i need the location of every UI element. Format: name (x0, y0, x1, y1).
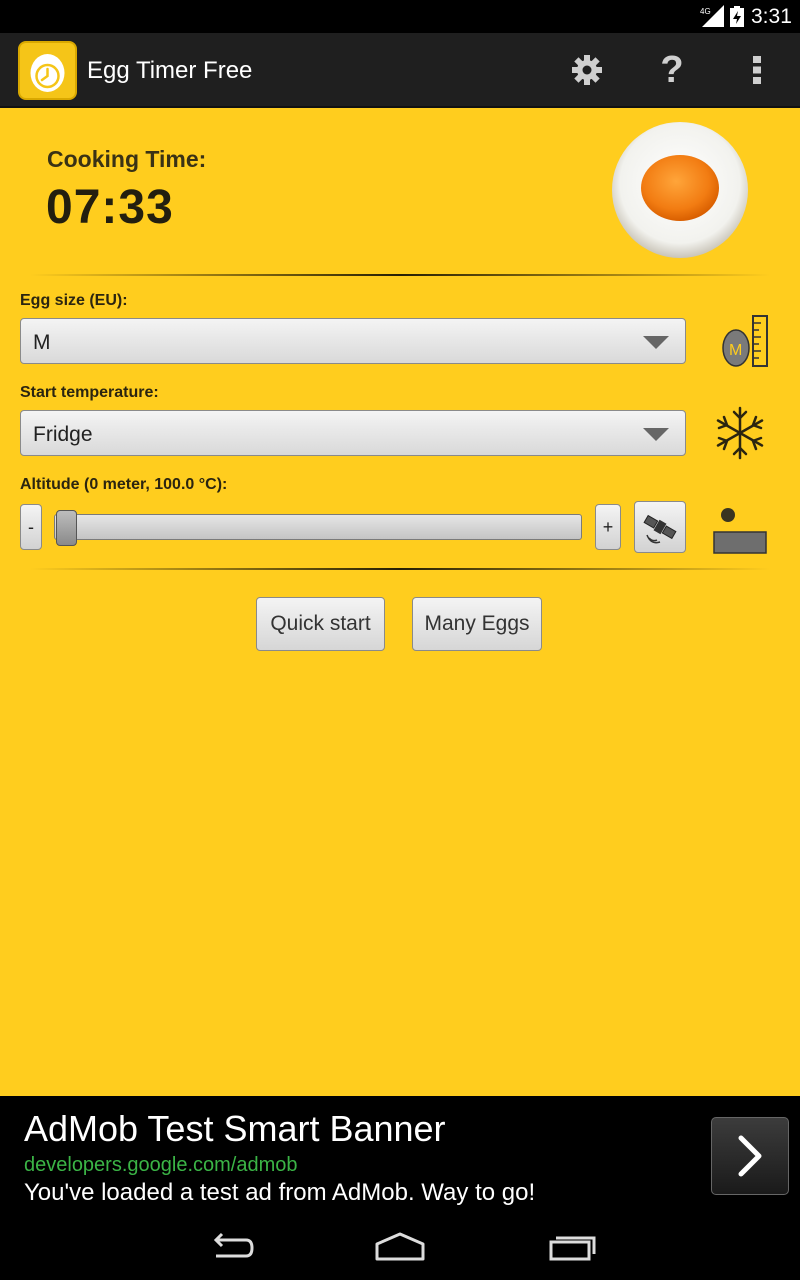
egg-size-select[interactable]: M (20, 318, 686, 364)
svg-text:4G: 4G (700, 7, 711, 16)
cooking-time-label: Cooking Time: (47, 146, 207, 172)
altitude-slider-track[interactable] (54, 514, 582, 540)
signal-icon: 4G (700, 5, 724, 27)
chevron-down-icon (643, 336, 669, 349)
start-temperature-label: Start temperature: (20, 384, 159, 401)
settings-gear-icon[interactable] (562, 47, 612, 93)
status-bar: 4G 3:31 (0, 0, 800, 33)
start-temperature-select[interactable]: Fridge (20, 410, 686, 456)
egg-size-label: Egg size (EU): (20, 292, 128, 309)
home-icon[interactable] (370, 1227, 430, 1267)
divider (30, 274, 770, 276)
overflow-menu-icon[interactable] (732, 47, 782, 93)
egg-size-value: M (33, 331, 51, 354)
navigation-bar (0, 1215, 800, 1280)
egg-size-ruler-icon: M (722, 315, 768, 367)
chevron-right-icon (738, 1135, 762, 1177)
quick-start-button[interactable]: Quick start (256, 597, 385, 651)
divider (30, 568, 770, 570)
back-icon[interactable] (200, 1227, 260, 1267)
action-bar: Egg Timer Free ? (0, 33, 800, 108)
status-time: 3:31 (751, 5, 792, 28)
satellite-icon (643, 514, 677, 544)
gps-satellite-button[interactable] (634, 501, 686, 553)
battery-charging-icon (730, 6, 744, 27)
app-egg-clock-icon[interactable] (18, 41, 77, 100)
recent-apps-icon[interactable] (542, 1227, 602, 1267)
app-title: Egg Timer Free (87, 57, 253, 84)
cooking-time-value: 07:33 (46, 181, 174, 234)
ad-url[interactable]: developers.google.com/admob (24, 1154, 298, 1177)
svg-text:M: M (729, 342, 742, 359)
main-panel: Cooking Time: 07:33 Egg size (EU): M M S… (0, 108, 800, 1096)
start-temperature-value: Fridge (33, 423, 93, 446)
snowflake-icon (716, 406, 764, 460)
altitude-decrease-button[interactable]: - (20, 504, 42, 550)
ad-title[interactable]: AdMob Test Smart Banner (24, 1108, 446, 1150)
altitude-increase-button[interactable]: + (595, 504, 621, 550)
altitude-slider-thumb[interactable] (56, 510, 77, 546)
help-question-icon[interactable]: ? (647, 47, 697, 93)
ad-banner[interactable]: AdMob Test Smart Banner developers.googl… (0, 1096, 800, 1215)
altitude-level-icon (713, 508, 767, 554)
boiled-egg-image (612, 122, 748, 258)
altitude-label: Altitude (0 meter, 100.0 °C): (20, 476, 228, 493)
ad-description: You've loaded a test ad from AdMob. Way … (24, 1179, 536, 1206)
many-eggs-button[interactable]: Many Eggs (412, 597, 542, 651)
ad-open-button[interactable] (711, 1117, 789, 1195)
chevron-down-icon (643, 428, 669, 441)
